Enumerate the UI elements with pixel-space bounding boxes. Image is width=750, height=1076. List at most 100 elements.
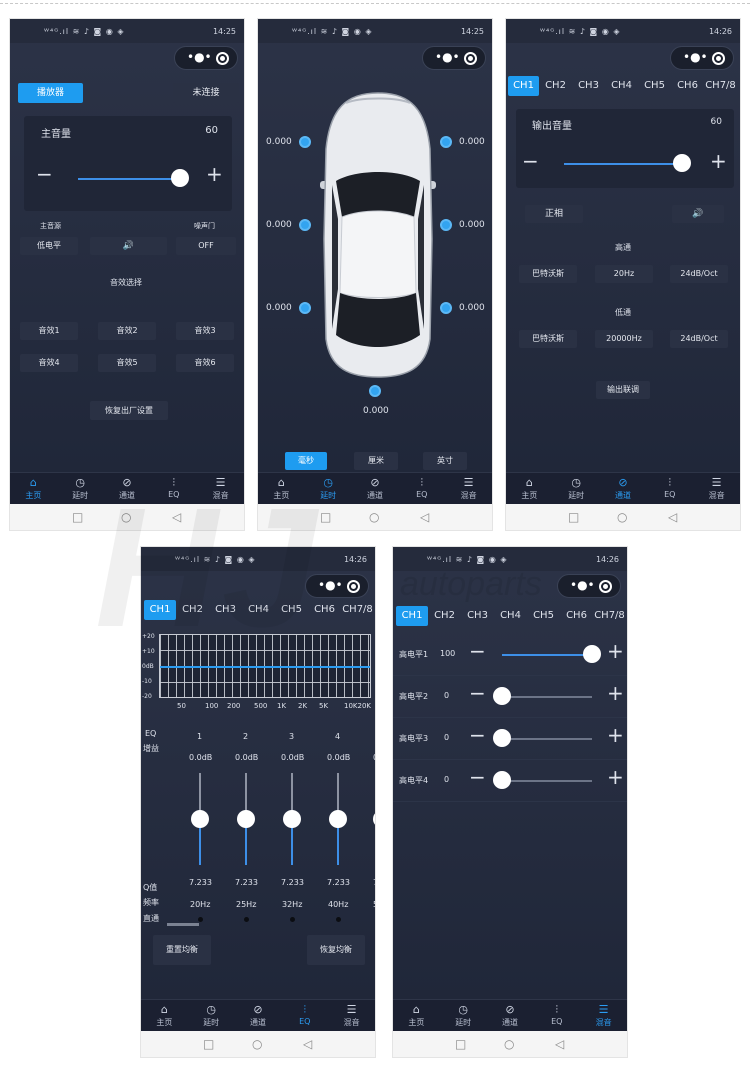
band-gain-knob[interactable] bbox=[191, 810, 209, 828]
back-icon[interactable]: ◁ bbox=[303, 1037, 312, 1051]
channel-tab-ch2[interactable]: CH2 bbox=[176, 600, 209, 620]
recents-icon[interactable]: □ bbox=[203, 1037, 214, 1051]
tab-channel[interactable]: ⊘ 通道 bbox=[600, 473, 647, 504]
highpass-freq-select[interactable]: 20Hz bbox=[595, 265, 653, 283]
tab-home[interactable]: ⌂ 主页 bbox=[258, 473, 305, 504]
master-volume-knob[interactable] bbox=[171, 169, 189, 187]
tab-mix[interactable]: ☰ 混音 bbox=[693, 473, 740, 504]
effect-button-5[interactable]: 音效5 bbox=[98, 354, 156, 372]
home-nav-icon[interactable]: ○ bbox=[617, 510, 627, 524]
more-icon[interactable]: •●• bbox=[435, 50, 460, 64]
mix-level-track[interactable] bbox=[502, 654, 592, 656]
tab-home[interactable]: ⌂ 主页 bbox=[141, 1000, 188, 1031]
mix-level-track[interactable] bbox=[502, 696, 592, 698]
effect-button-3[interactable]: 音效3 bbox=[176, 322, 234, 340]
band-gain-knob[interactable] bbox=[237, 810, 255, 828]
reset-eq-button[interactable]: 重置均衡 bbox=[153, 935, 211, 965]
tab-home[interactable]: ⌂ 主页 bbox=[506, 473, 553, 504]
tab-eq[interactable]: ⫶ EQ bbox=[646, 473, 693, 504]
unit-inch-button[interactable]: 英寸 bbox=[423, 452, 467, 470]
tab-eq[interactable]: ⫶ EQ bbox=[150, 473, 197, 504]
speaker-front-right-icon[interactable] bbox=[440, 136, 452, 148]
tab-channel[interactable]: ⊘ 通道 bbox=[104, 473, 151, 504]
tab-eq[interactable]: ⫶ EQ bbox=[398, 473, 445, 504]
effect-button-4[interactable]: 音效4 bbox=[20, 354, 78, 372]
tab-delay[interactable]: ◷ 延时 bbox=[57, 473, 104, 504]
channel-tab-ch4[interactable]: CH4 bbox=[242, 600, 275, 620]
plus-icon[interactable]: + bbox=[206, 162, 223, 186]
close-target-icon[interactable] bbox=[216, 52, 229, 65]
effect-button-1[interactable]: 音效1 bbox=[20, 322, 78, 340]
channel-tab-ch2[interactable]: CH2 bbox=[428, 606, 461, 626]
tab-home[interactable]: ⌂ 主页 bbox=[10, 473, 57, 504]
channel-tab-ch3[interactable]: CH3 bbox=[572, 76, 605, 96]
back-icon[interactable]: ◁ bbox=[555, 1037, 564, 1051]
mute-speaker-button[interactable]: 🔊 bbox=[90, 237, 167, 255]
recents-icon[interactable]: □ bbox=[568, 510, 579, 524]
band-bypass-dot[interactable] bbox=[198, 917, 203, 922]
plus-icon[interactable]: + bbox=[607, 765, 624, 789]
player-button[interactable]: 播放器 bbox=[18, 83, 83, 103]
speaker-mid-right-icon[interactable] bbox=[440, 219, 452, 231]
channel-mute-button[interactable]: 🔊 bbox=[672, 205, 724, 223]
tab-channel[interactable]: ⊘ 通道 bbox=[487, 1000, 534, 1031]
source-select[interactable]: 低电平 bbox=[20, 237, 78, 255]
band-bypass-dot[interactable] bbox=[336, 917, 341, 922]
tab-delay[interactable]: ◷ 延时 bbox=[440, 1000, 487, 1031]
mix-level-knob[interactable] bbox=[583, 645, 601, 663]
channel-tab-ch1[interactable]: CH1 bbox=[396, 606, 428, 626]
plus-icon[interactable]: + bbox=[607, 681, 624, 705]
factory-reset-button[interactable]: 恢复出厂设置 bbox=[90, 401, 168, 420]
highpass-slope-select[interactable]: 24dB/Oct bbox=[670, 265, 728, 283]
channel-tab-ch5[interactable]: CH5 bbox=[527, 606, 560, 626]
speaker-rear-right-icon[interactable] bbox=[440, 302, 452, 314]
back-icon[interactable]: ◁ bbox=[668, 510, 677, 524]
band-gain-knob[interactable] bbox=[329, 810, 347, 828]
lowpass-type-select[interactable]: 巴特沃斯 bbox=[519, 330, 577, 348]
tab-home[interactable]: ⌂ 主页 bbox=[393, 1000, 440, 1031]
speaker-rear-left-icon[interactable] bbox=[299, 302, 311, 314]
mix-level-knob[interactable] bbox=[493, 771, 511, 789]
more-icon[interactable]: •●• bbox=[318, 578, 343, 592]
band-bypass-dot[interactable] bbox=[244, 917, 249, 922]
tab-eq[interactable]: ⫶ EQ bbox=[281, 1000, 328, 1031]
output-volume-knob[interactable] bbox=[673, 154, 691, 172]
connection-status-button[interactable]: 未连接 bbox=[173, 83, 239, 103]
tab-channel[interactable]: ⊘ 通道 bbox=[235, 1000, 282, 1031]
tab-delay[interactable]: ◷ 延时 bbox=[553, 473, 600, 504]
speaker-mid-left-icon[interactable] bbox=[299, 219, 311, 231]
tab-delay[interactable]: ◷ 延时 bbox=[188, 1000, 235, 1031]
channel-tab-ch4[interactable]: CH4 bbox=[605, 76, 638, 96]
channel-tab-ch3[interactable]: CH3 bbox=[209, 600, 242, 620]
output-volume-track[interactable] bbox=[564, 163, 676, 165]
channel-tab-ch3[interactable]: CH3 bbox=[461, 606, 494, 626]
lowpass-slope-select[interactable]: 24dB/Oct bbox=[670, 330, 728, 348]
lowpass-freq-select[interactable]: 20000Hz bbox=[595, 330, 653, 348]
minus-icon[interactable]: − bbox=[469, 765, 486, 789]
channel-tab-ch1[interactable]: CH1 bbox=[508, 76, 539, 96]
tab-delay[interactable]: ◷ 延时 bbox=[305, 473, 352, 504]
restore-eq-button[interactable]: 恢复均衡 bbox=[307, 935, 365, 965]
unit-cm-button[interactable]: 厘米 bbox=[354, 452, 398, 470]
channel-tab-ch4[interactable]: CH4 bbox=[494, 606, 527, 626]
minus-icon[interactable]: − bbox=[522, 149, 539, 173]
home-nav-icon[interactable]: ○ bbox=[252, 1037, 262, 1051]
band-gain-knob[interactable] bbox=[283, 810, 301, 828]
effect-button-2[interactable]: 音效2 bbox=[98, 322, 156, 340]
effect-button-6[interactable]: 音效6 bbox=[176, 354, 234, 372]
more-icon[interactable]: •●• bbox=[683, 50, 708, 64]
channel-tab-ch78[interactable]: CH7/8 bbox=[704, 76, 737, 96]
close-target-icon[interactable] bbox=[599, 580, 612, 593]
mix-level-track[interactable] bbox=[502, 780, 592, 782]
band-scrollbar[interactable] bbox=[167, 923, 199, 926]
tab-mix[interactable]: ☰ 混音 bbox=[197, 473, 244, 504]
tab-mix[interactable]: ☰ 混音 bbox=[445, 473, 492, 504]
mix-level-knob[interactable] bbox=[493, 687, 511, 705]
home-nav-icon[interactable]: ○ bbox=[504, 1037, 514, 1051]
minus-icon[interactable]: − bbox=[469, 639, 486, 663]
highpass-type-select[interactable]: 巴特沃斯 bbox=[519, 265, 577, 283]
speaker-front-left-icon[interactable] bbox=[299, 136, 311, 148]
channel-tab-ch5[interactable]: CH5 bbox=[638, 76, 671, 96]
mix-level-knob[interactable] bbox=[493, 729, 511, 747]
plus-icon[interactable]: + bbox=[607, 639, 624, 663]
